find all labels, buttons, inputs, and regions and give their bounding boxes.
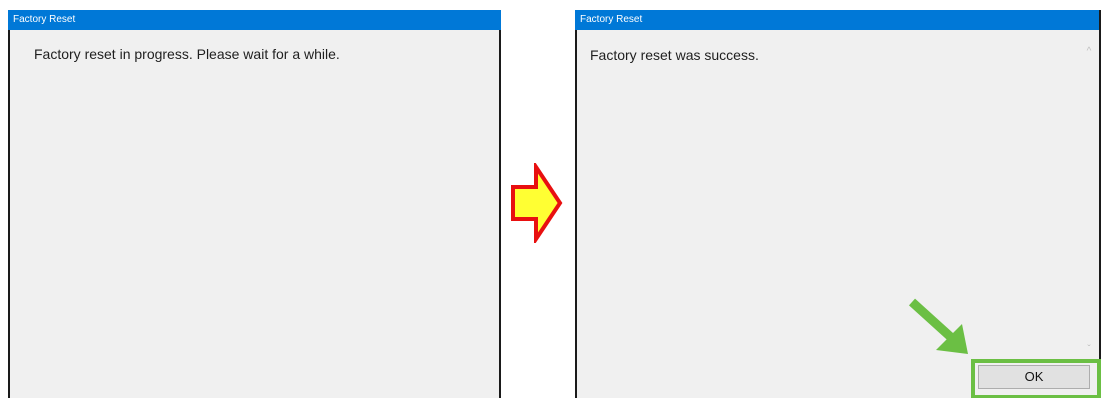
chevron-up-icon[interactable]: ^ (1081, 44, 1097, 60)
ok-button-highlight: OK (971, 359, 1101, 398)
success-message: Factory reset was success. (590, 47, 759, 63)
factory-reset-complete-dialog: Factory Reset Factory reset was success.… (575, 10, 1101, 398)
dialog-title: Factory Reset (575, 10, 1099, 30)
arrow-right-icon (511, 163, 563, 243)
factory-reset-progress-dialog: Factory Reset Factory reset in progress.… (8, 10, 501, 398)
progress-message: Factory reset in progress. Please wait f… (34, 46, 340, 62)
dialog-title: Factory Reset (8, 10, 501, 30)
screenshot-stage: Factory Reset Factory reset in progress.… (0, 0, 1101, 398)
chevron-down-icon[interactable]: ˇ (1081, 342, 1097, 358)
arrow-down-right-icon (908, 298, 968, 354)
ok-button[interactable]: OK (978, 365, 1090, 389)
vertical-scrollbar[interactable]: ^ ˇ (1081, 38, 1097, 358)
